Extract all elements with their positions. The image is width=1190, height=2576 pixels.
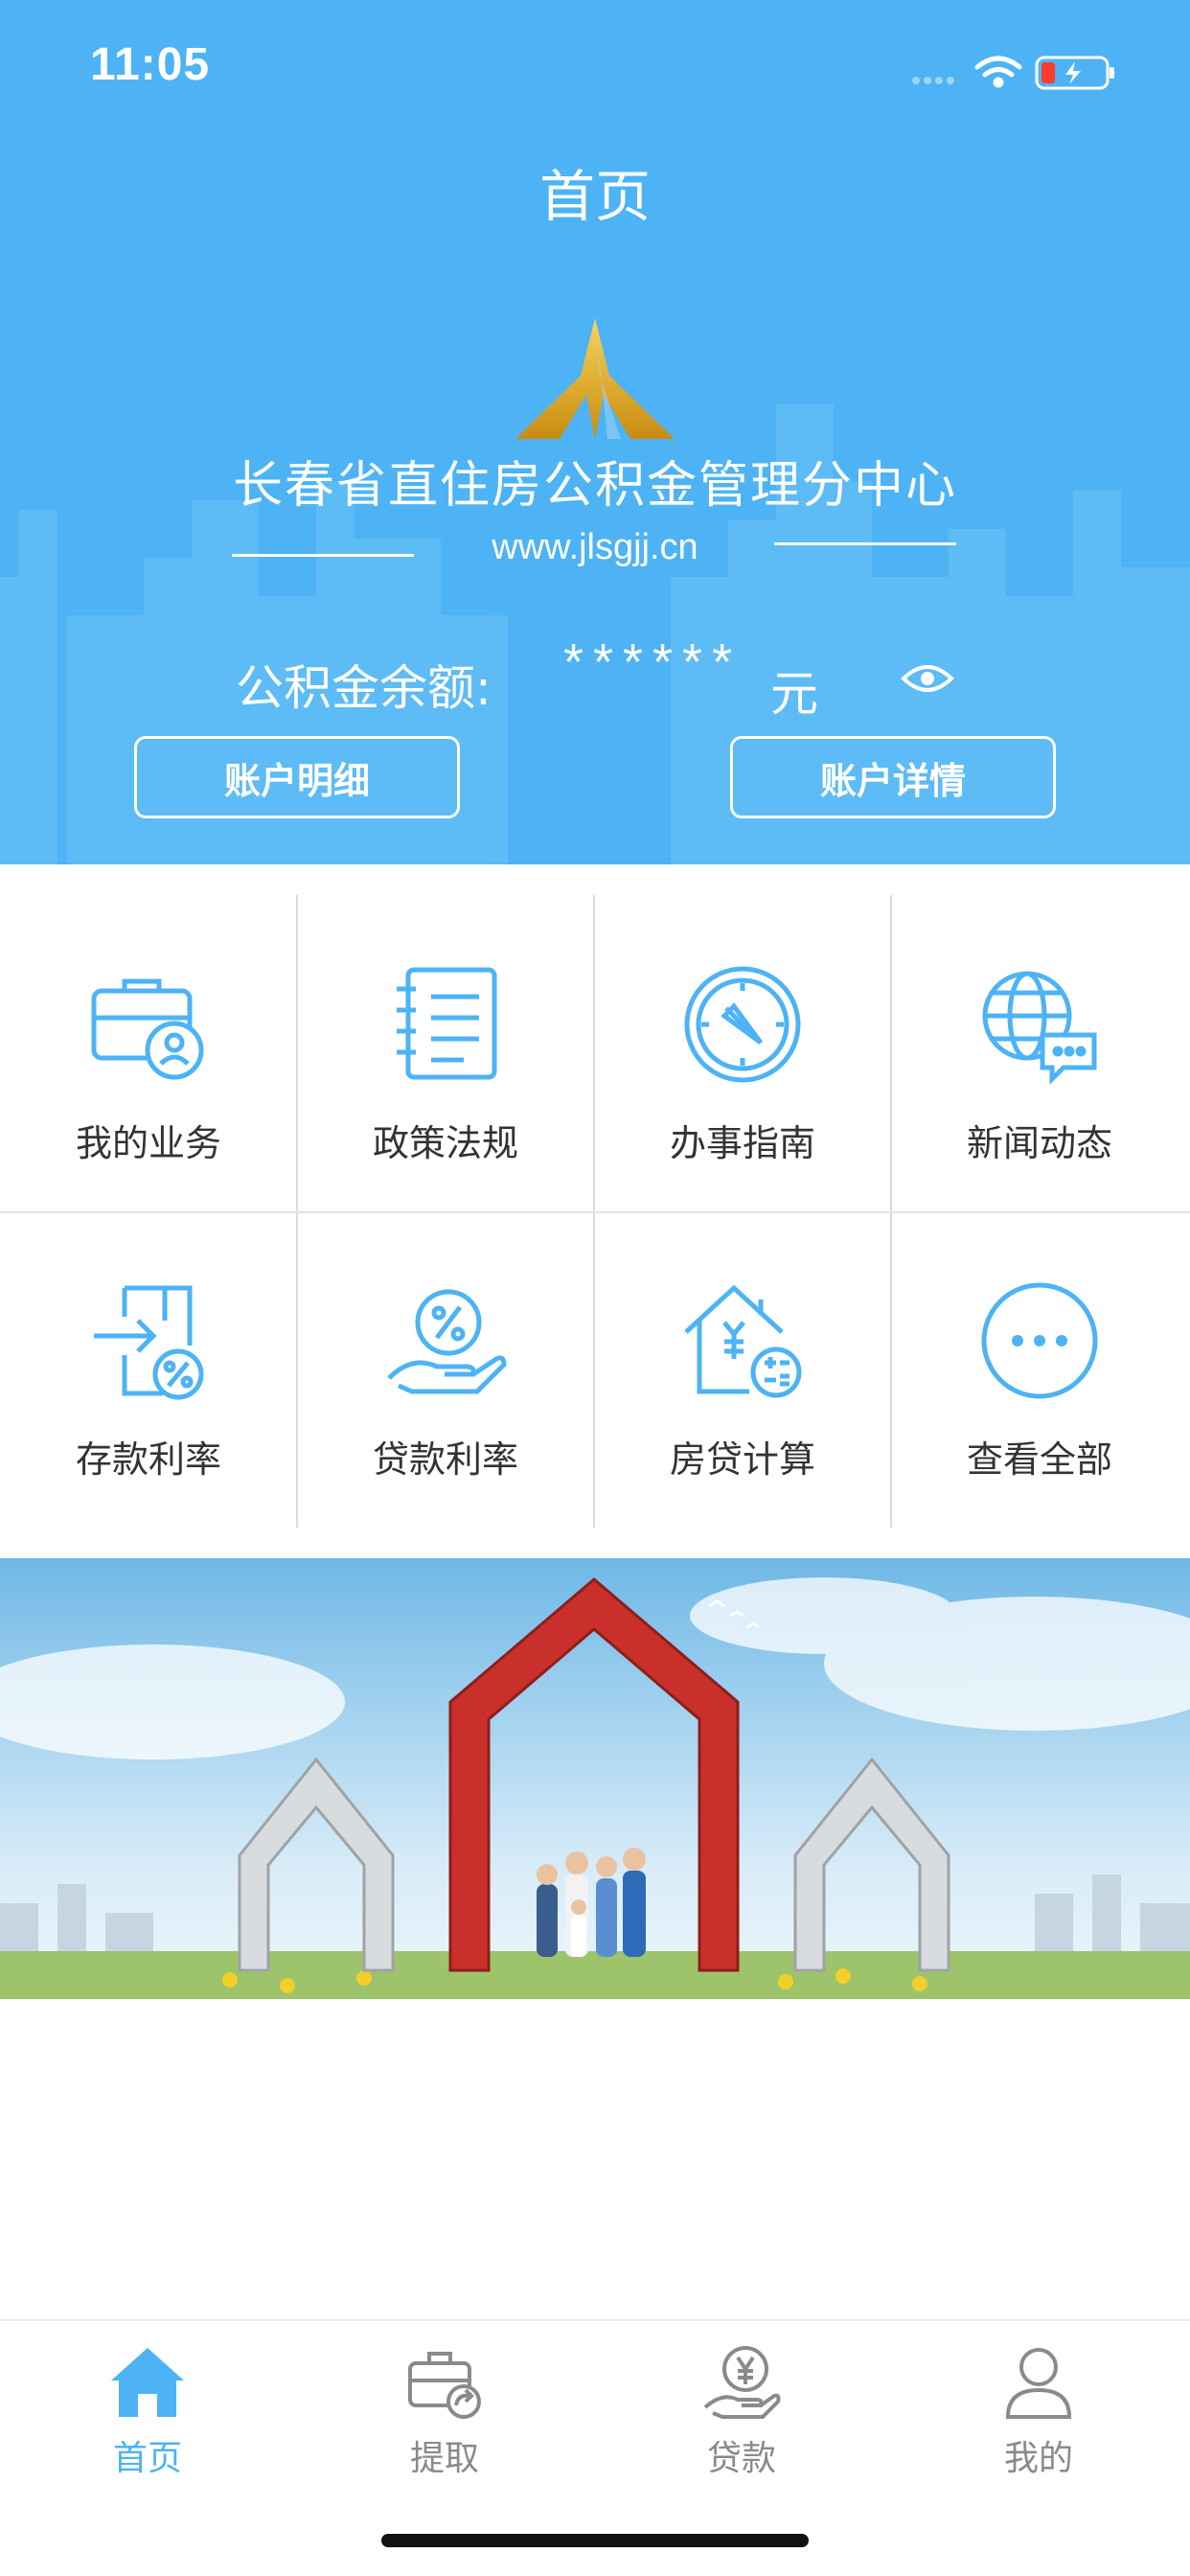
grid-item-deposit-rate[interactable]: 存款利率 [0,1211,297,1528]
status-time: 11:05 [90,39,211,90]
briefcase-user-icon [91,978,204,1080]
tab-label: 我的 [1003,2439,1073,2478]
grid-item-label: 新闻动态 [966,1122,1112,1164]
status-icons [912,56,1114,90]
org-name: 长春省直住房公积金管理分中心 [232,457,957,515]
home-icon [111,2348,184,2417]
account-detail-button[interactable]: 账户明细 [134,736,460,818]
cellular-signal-icon [912,77,954,84]
tab-withdraw[interactable]: 提取 [349,2342,540,2480]
grid-item-label: 政策法规 [372,1122,518,1164]
tab-label: 贷款 [706,2439,776,2478]
grid-item-news[interactable]: 新闻动态 [891,895,1188,1211]
globe-chat-icon [982,971,1097,1086]
account-info-button[interactable]: 账户详情 [730,736,1056,818]
page-title: 首页 [538,164,651,229]
grid-item-view-all[interactable]: 查看全部 [891,1211,1188,1528]
grid-item-label: 查看全部 [966,1438,1112,1481]
grid-item-label: 办事指南 [669,1122,815,1164]
header: 11:05 首页 长春省直住房公积金管理分中心 www.jlsgjj.cn 公积… [0,0,1190,864]
grid-item-guide[interactable]: 办事指南 [594,895,891,1211]
org-url: www.jlsgjj.cn [492,527,698,567]
loan-rate-icon [387,1289,507,1394]
balance-value: ****** [563,633,743,691]
home-indicator [381,2534,809,2547]
tab-profile[interactable]: 我的 [943,2342,1134,2480]
notebook-icon [397,967,497,1080]
deposit-rate-icon [94,1285,204,1400]
grid-item-label: 贷款利率 [372,1438,518,1481]
more-icon [981,1282,1098,1399]
battery-icon [1035,56,1114,90]
tab-label: 提取 [409,2439,479,2478]
loan-icon [703,2346,781,2419]
tab-label: 首页 [112,2439,182,2478]
grid-item-label: 存款利率 [75,1438,221,1481]
balance-unit: 元 [770,666,818,722]
status-bar: 11:05 [0,0,1190,134]
withdraw-icon [408,2352,481,2419]
grid-item-label: 房贷计算 [669,1438,815,1481]
grid-item-my-business[interactable]: 我的业务 [0,895,297,1211]
house-calculator-icon [684,1284,802,1398]
grid-item-loan-rate[interactable]: 贷款利率 [297,1211,594,1528]
function-grid: 我的业务 政策法规 办事指南 新闻动态 存款利率 贷款利率 房贷计算 查看全部 [0,895,1190,1528]
divider-line-right [774,542,956,545]
grid-item-label: 我的业务 [75,1122,221,1164]
monument-logo [515,318,675,439]
compass-icon [684,966,801,1083]
grid-item-policy[interactable]: 政策法规 [297,895,594,1211]
eye-icon[interactable] [901,661,954,696]
balance-label: 公积金余额: [236,660,492,716]
tab-loan[interactable]: 贷款 [646,2342,837,2480]
wifi-icon [974,56,1022,88]
promo-banner-image[interactable] [0,1558,1190,1999]
tab-home[interactable]: 首页 [52,2342,243,2480]
profile-icon [1005,2348,1072,2419]
grid-item-mortgage-calc[interactable]: 房贷计算 [594,1211,891,1528]
